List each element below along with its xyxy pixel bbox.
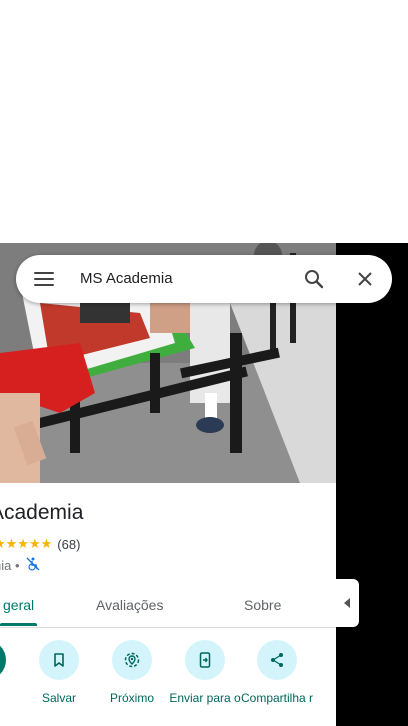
place-title: Academia xyxy=(0,501,84,524)
search-bar[interactable]: MS Academia xyxy=(16,255,392,303)
collapse-panel-button[interactable] xyxy=(336,579,359,627)
share-icon xyxy=(257,640,297,680)
star-rating: ★★★★★ xyxy=(0,536,53,551)
send-to-phone-button[interactable]: Enviar para o xyxy=(165,640,245,705)
place-sheet: Academia ★★★★★ (68) nia • geral Avaliaçõ… xyxy=(0,483,336,726)
no-accessible-entrance-icon xyxy=(26,557,40,574)
nearby-button[interactable]: Próximo xyxy=(92,640,172,705)
tab-about[interactable]: Sobre xyxy=(244,597,281,613)
nearby-icon xyxy=(112,640,152,680)
search-icon[interactable] xyxy=(302,267,326,291)
review-count: (68) xyxy=(57,536,81,552)
category-row: nia • xyxy=(0,557,40,574)
save-label: Salvar xyxy=(41,691,76,705)
directions-icon xyxy=(0,640,6,680)
menu-icon[interactable] xyxy=(32,267,56,291)
tab-reviews[interactable]: Avaliações xyxy=(96,597,163,613)
send-to-phone-icon xyxy=(185,640,225,680)
close-icon[interactable] xyxy=(353,267,377,291)
search-query[interactable]: MS Academia xyxy=(80,270,173,287)
active-tab-indicator xyxy=(0,623,37,626)
side-black-panel xyxy=(336,243,408,726)
tab-bar: geral Avaliações Sobre xyxy=(0,583,336,628)
chevron-left-icon xyxy=(344,598,350,608)
save-button[interactable]: Salvar xyxy=(19,640,99,705)
tab-overview[interactable]: geral xyxy=(3,597,34,613)
nearby-label: Próximo xyxy=(109,691,154,705)
rating-row[interactable]: ★★★★★ (68) xyxy=(0,536,80,552)
action-buttons: s Salvar Próximo xyxy=(0,640,336,726)
share-button[interactable]: Compartilha r xyxy=(237,640,317,705)
place-category: nia • xyxy=(0,558,20,573)
send-to-phone-label: Enviar para o xyxy=(169,691,241,705)
bookmark-icon xyxy=(39,640,79,680)
share-label: Compartilha r xyxy=(240,691,314,705)
